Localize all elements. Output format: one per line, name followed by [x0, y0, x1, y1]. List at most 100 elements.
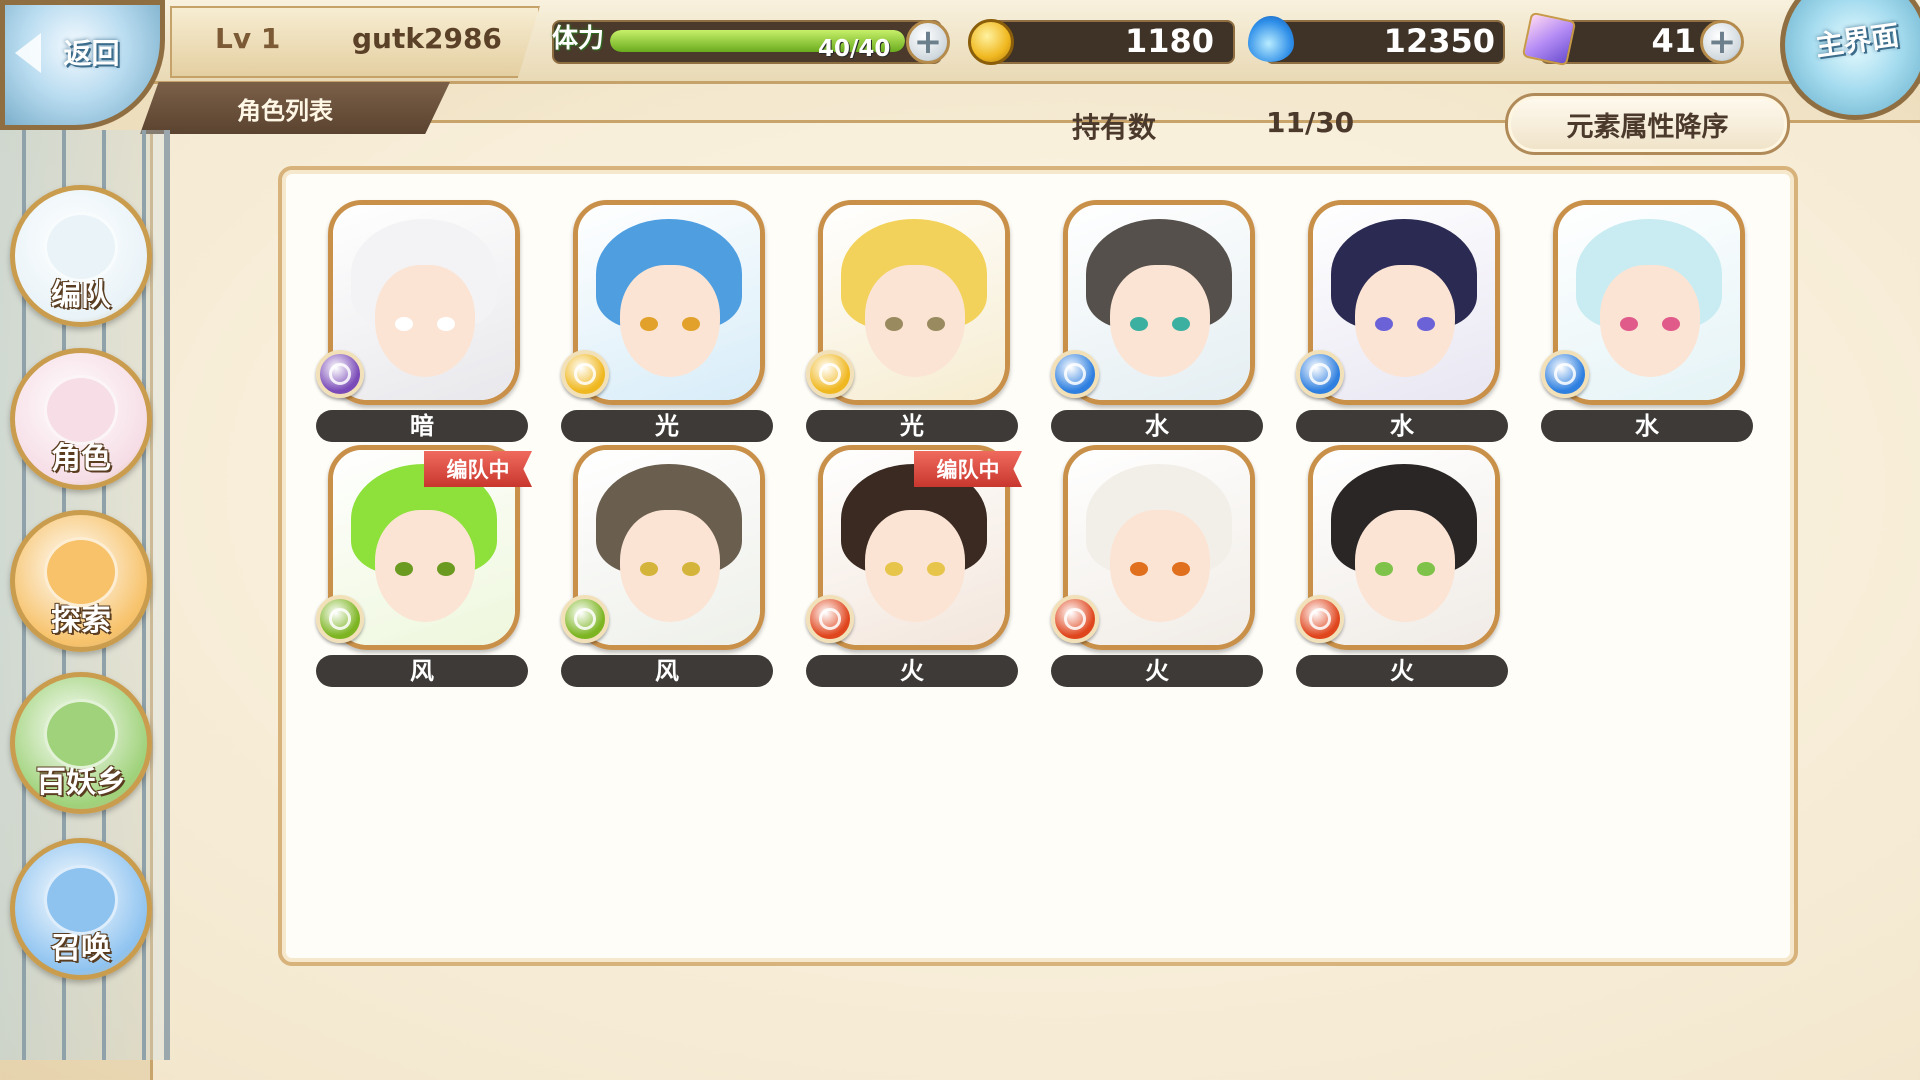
swirl-portal-icon [44, 865, 118, 935]
character-face [1355, 265, 1455, 377]
owned-count-value: 11/30 [1266, 106, 1355, 139]
character-eye [1172, 562, 1190, 576]
player-level: Lv 1 [215, 22, 281, 55]
gem-plus-button[interactable]: + [1700, 20, 1744, 64]
character-eye [885, 317, 903, 331]
character-card[interactable]: 风 编队中 [316, 445, 532, 690]
character-eye [437, 562, 455, 576]
element-icon [1541, 350, 1589, 398]
element-glyph-icon [329, 608, 351, 630]
nav-village-button[interactable]: 百妖乡 [10, 672, 152, 814]
element-glyph-icon [1309, 363, 1331, 385]
main-menu-button[interactable]: 主界面 [1780, 0, 1920, 120]
character-card[interactable]: 火 [1051, 445, 1263, 690]
back-label: 返回 [63, 37, 120, 70]
stamina-label: 体力 [552, 24, 605, 54]
character-card[interactable]: 光 [561, 200, 773, 445]
section-title: 角色列表 [237, 96, 333, 125]
element-label: 火 [1296, 655, 1508, 687]
element-label: 光 [806, 410, 1018, 442]
element-glyph-icon [329, 363, 351, 385]
character-card[interactable]: 风 [561, 445, 773, 690]
element-glyph-icon [819, 363, 841, 385]
character-card[interactable]: 火 编队中 [806, 445, 1022, 690]
gem-value: 41 [1651, 22, 1696, 60]
element-icon [316, 595, 364, 643]
character-eye [927, 562, 945, 576]
player-name: gutk2986 [352, 22, 502, 55]
nav-explore-button[interactable]: 探索 [10, 510, 152, 652]
character-eye [1130, 562, 1148, 576]
stamina-plus-button[interactable]: + [906, 20, 950, 64]
element-icon [806, 595, 854, 643]
character-face [1110, 510, 1210, 622]
character-eye [1375, 562, 1393, 576]
character-eye [885, 562, 903, 576]
element-icon [561, 595, 609, 643]
section-title-tab: 角色列表 [140, 82, 450, 134]
character-eye [682, 317, 700, 331]
character-eye [640, 317, 658, 331]
character-eye [927, 317, 945, 331]
element-label: 水 [1541, 410, 1753, 442]
back-button[interactable]: 返回 [0, 0, 165, 130]
element-label: 光 [561, 410, 773, 442]
character-eye [1620, 317, 1638, 331]
character-list-panel: 暗 光 光 水 水 水风 编队中风 火 编队中火 火 [278, 166, 1798, 966]
sort-button[interactable]: 元素属性降序 [1505, 93, 1790, 155]
element-glyph-icon [1064, 363, 1086, 385]
blue-flame-icon [1248, 16, 1294, 62]
character-face [1600, 265, 1700, 377]
character-card[interactable]: 水 [1051, 200, 1263, 445]
element-icon [806, 350, 854, 398]
element-label: 风 [561, 655, 773, 687]
village-tent-icon [44, 699, 118, 769]
element-icon [1296, 595, 1344, 643]
character-card[interactable]: 水 [1541, 200, 1753, 445]
nav-team-button[interactable]: 编队 [10, 185, 152, 327]
character-eye [1417, 317, 1435, 331]
character-face [620, 265, 720, 377]
stamina-value: 40/40 [818, 36, 891, 62]
element-label: 风 [316, 655, 528, 687]
element-label: 火 [1051, 655, 1263, 687]
character-face [1110, 265, 1210, 377]
element-label: 水 [1296, 410, 1508, 442]
character-card[interactable]: 水 [1296, 200, 1508, 445]
nav-summon-button[interactable]: 召唤 [10, 838, 152, 980]
element-icon [1296, 350, 1344, 398]
character-card[interactable]: 光 [806, 200, 1018, 445]
sort-label: 元素属性降序 [1566, 111, 1729, 143]
character-face [865, 510, 965, 622]
character-eye [395, 562, 413, 576]
character-card[interactable]: 暗 [316, 200, 528, 445]
element-icon [316, 350, 364, 398]
character-eye [395, 317, 413, 331]
character-face [620, 510, 720, 622]
character-card[interactable]: 火 [1296, 445, 1508, 690]
element-icon [1051, 595, 1099, 643]
character-face [375, 510, 475, 622]
character-eye [1130, 317, 1148, 331]
character-eye [437, 317, 455, 331]
element-glyph-icon [819, 608, 841, 630]
element-glyph-icon [574, 363, 596, 385]
compass-icon [44, 537, 118, 607]
character-face [375, 265, 475, 377]
element-glyph-icon [1064, 608, 1086, 630]
character-eye [1417, 562, 1435, 576]
cat-mascot-icon [44, 212, 118, 282]
character-eye [1172, 317, 1190, 331]
element-glyph-icon [1554, 363, 1576, 385]
element-icon [1051, 350, 1099, 398]
character-face [865, 265, 965, 377]
character-portrait-icon [44, 375, 118, 445]
character-face [1355, 510, 1455, 622]
element-icon [561, 350, 609, 398]
gold-coin-icon [968, 19, 1014, 65]
element-glyph-icon [574, 608, 596, 630]
character-eye [640, 562, 658, 576]
nav-character-button[interactable]: 角色 [10, 348, 152, 490]
in-team-badge: 编队中 [914, 451, 1022, 487]
back-arrow-icon [15, 33, 41, 73]
